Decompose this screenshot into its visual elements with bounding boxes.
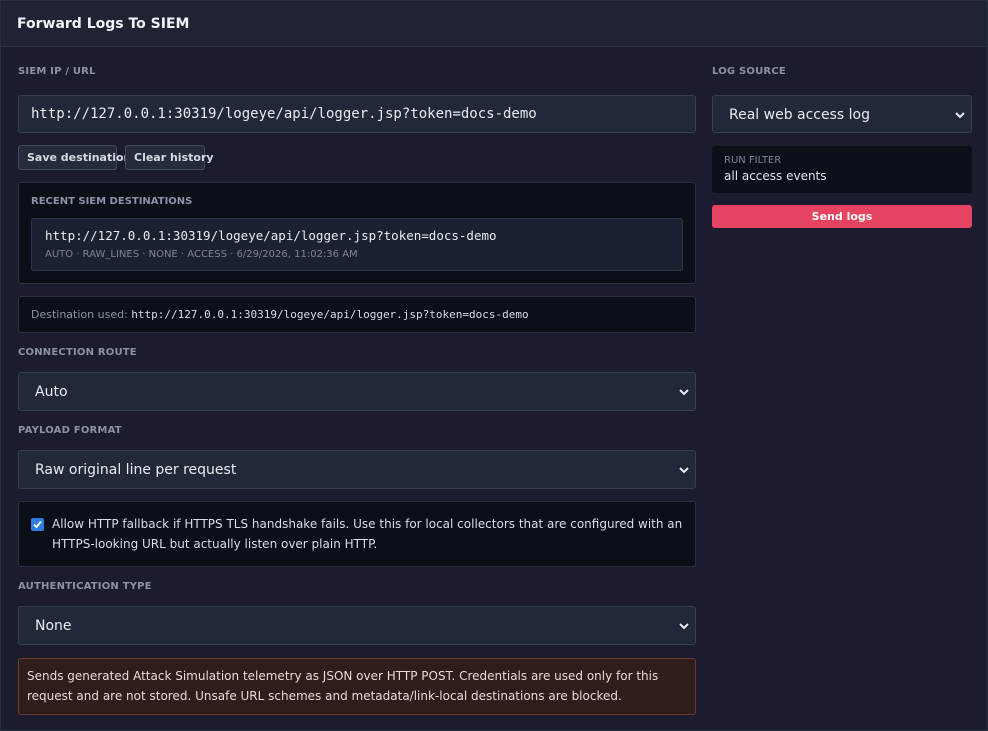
- chevron-down-icon: [679, 623, 689, 630]
- chevron-down-icon: [679, 467, 689, 474]
- recent-destinations-title: RECENT SIEM DESTINATIONS: [31, 196, 193, 207]
- http-fallback-text: Allow HTTP fallback if HTTPS TLS handsha…: [52, 517, 683, 551]
- destination-used-box: Destination used: http://127.0.0.1:30319…: [18, 296, 696, 333]
- chevron-down-icon: [679, 389, 689, 396]
- chevron-down-icon: [955, 112, 965, 119]
- connection-route-label: CONNECTION ROUTE: [18, 347, 137, 358]
- run-filter-box: RUN FILTER all access events: [712, 146, 972, 193]
- siem-url-label: SIEM IP / URL: [18, 66, 96, 77]
- log-source-label: LOG SOURCE: [712, 66, 786, 77]
- log-source-value: Real web access log: [729, 107, 870, 123]
- payload-format-select[interactable]: Raw original line per request: [18, 450, 696, 489]
- clear-history-button[interactable]: Clear history: [125, 145, 214, 170]
- panel-title: Forward Logs To SIEM: [17, 16, 190, 32]
- security-notice: Sends generated Attack Simulation teleme…: [18, 658, 696, 715]
- checkmark-icon: [33, 520, 42, 529]
- auth-type-value: None: [35, 618, 72, 634]
- destination-used-value: http://127.0.0.1:30319/logeye/api/logger…: [131, 308, 529, 321]
- save-destination-button[interactable]: Save destination: [18, 145, 131, 170]
- recent-destination-item[interactable]: http://127.0.0.1:30319/logeye/api/logger…: [31, 218, 683, 271]
- http-fallback-checkbox[interactable]: [31, 518, 44, 531]
- send-logs-button[interactable]: Send logs: [712, 205, 972, 228]
- connection-route-value: Auto: [35, 384, 68, 400]
- recent-destination-url: http://127.0.0.1:30319/logeye/api/logger…: [45, 228, 497, 243]
- destination-used: Destination used: http://127.0.0.1:30319…: [31, 308, 529, 321]
- connection-route-select[interactable]: Auto: [18, 372, 696, 411]
- forward-logs-panel: Forward Logs To SIEM SIEM IP / URL http:…: [0, 0, 988, 731]
- payload-format-value: Raw original line per request: [35, 462, 237, 478]
- run-filter-label: RUN FILTER: [724, 155, 782, 166]
- payload-format-label: PAYLOAD FORMAT: [18, 425, 122, 436]
- auth-type-select[interactable]: None: [18, 606, 696, 645]
- recent-destination-meta: AUTO · RAW_LINES · NONE · ACCESS · 6/29/…: [45, 249, 358, 260]
- panel-header: Forward Logs To SIEM: [1, 1, 987, 47]
- siem-url-input[interactable]: http://127.0.0.1:30319/logeye/api/logger…: [18, 95, 696, 133]
- auth-type-label: AUTHENTICATION TYPE: [18, 581, 152, 592]
- log-source-select[interactable]: Real web access log: [712, 95, 972, 133]
- destination-used-label: Destination used:: [31, 308, 128, 321]
- run-filter-value: all access events: [724, 169, 827, 183]
- recent-destinations-box: RECENT SIEM DESTINATIONS http://127.0.0.…: [18, 182, 696, 284]
